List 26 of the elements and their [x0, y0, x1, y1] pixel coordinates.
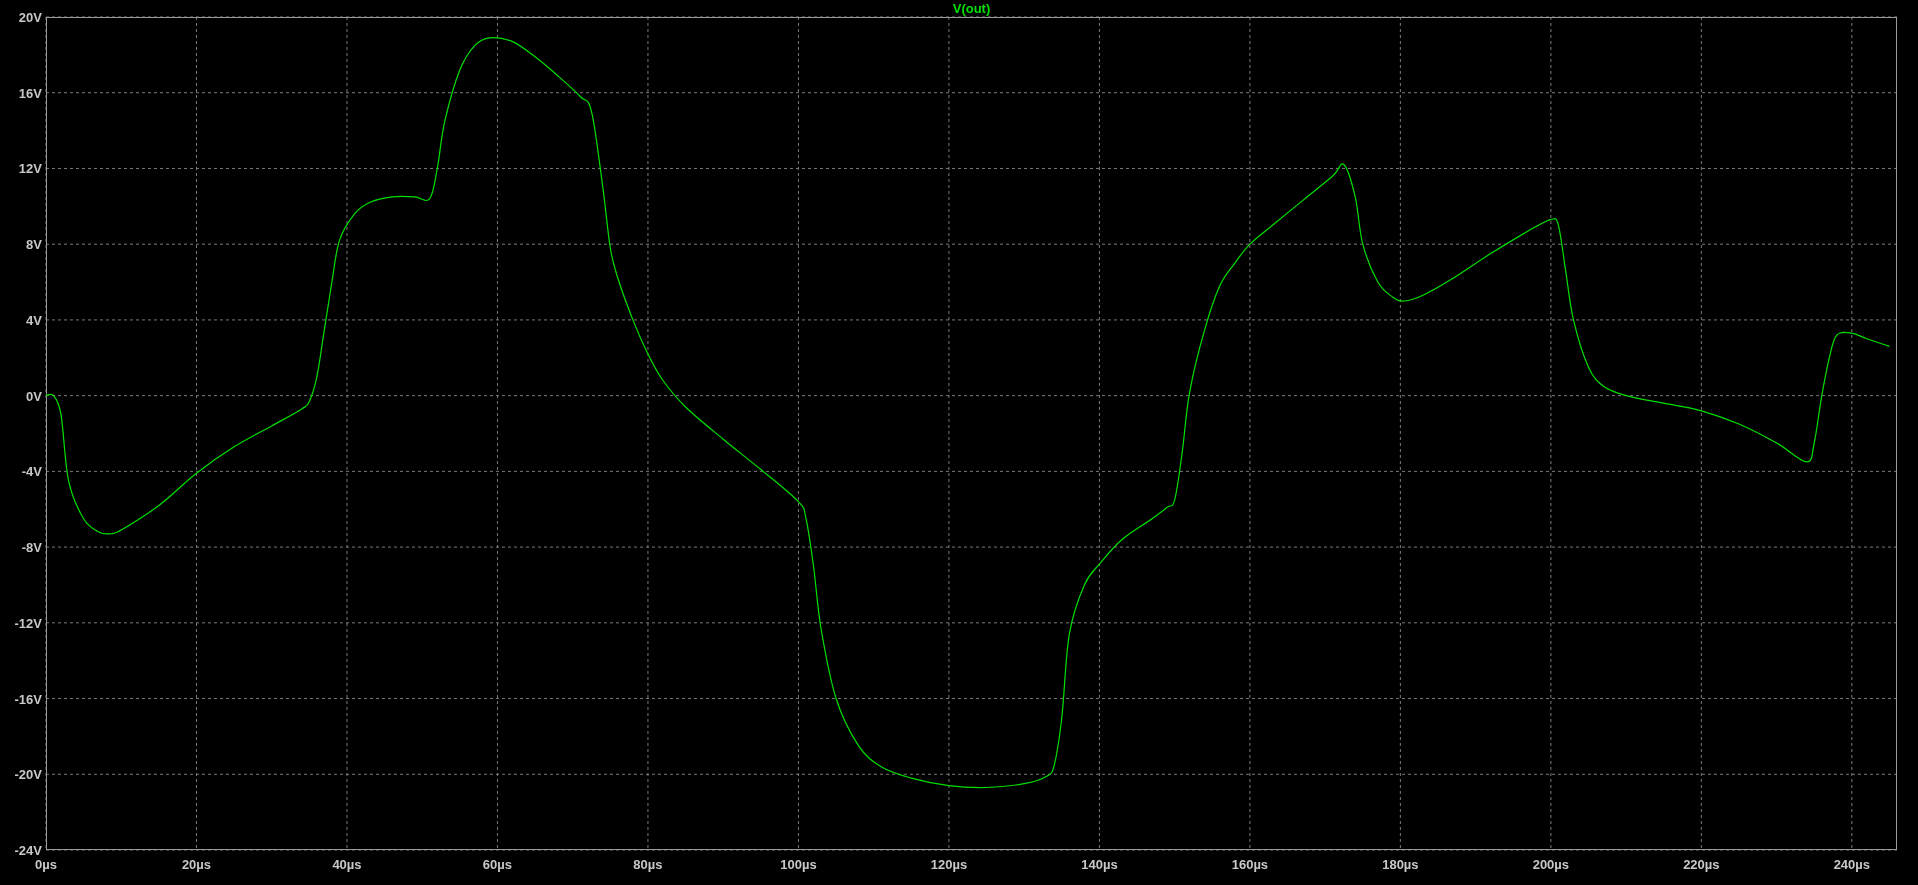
axis-label: 12V — [18, 161, 42, 177]
axis-label: -8V — [21, 540, 42, 556]
axis-label: 4V — [26, 312, 42, 328]
axis-label: -24V — [14, 843, 42, 858]
axis-label: 8V — [26, 237, 42, 253]
axis-label: 0V — [26, 388, 42, 404]
axis-label: 120µs — [930, 857, 968, 872]
axis-label: 240µs — [1833, 857, 1871, 872]
axis-label: 80µs — [633, 857, 663, 872]
axis-label: -16V — [14, 691, 42, 707]
axis-label: 20V — [18, 10, 42, 25]
axis-label: 40µs — [332, 857, 362, 872]
axis-label: 220µs — [1683, 857, 1720, 872]
axis-label: 140µs — [1081, 857, 1118, 872]
axis-label: 60µs — [482, 857, 513, 872]
axis-label: -20V — [14, 767, 42, 783]
axis-label: 180µs — [1382, 857, 1419, 872]
axis-label: 100µs — [780, 857, 817, 872]
axis-label: 160µs — [1231, 857, 1269, 872]
axis-label: -12V — [14, 615, 42, 631]
axis-label: 20µs — [181, 857, 212, 872]
axis-label: 16V — [18, 85, 42, 101]
trace-label: V(out) — [952, 1, 991, 16]
axis-label: -4V — [21, 464, 42, 480]
axis-label: 200µs — [1532, 857, 1570, 872]
axis-label: 0µs — [35, 857, 57, 872]
